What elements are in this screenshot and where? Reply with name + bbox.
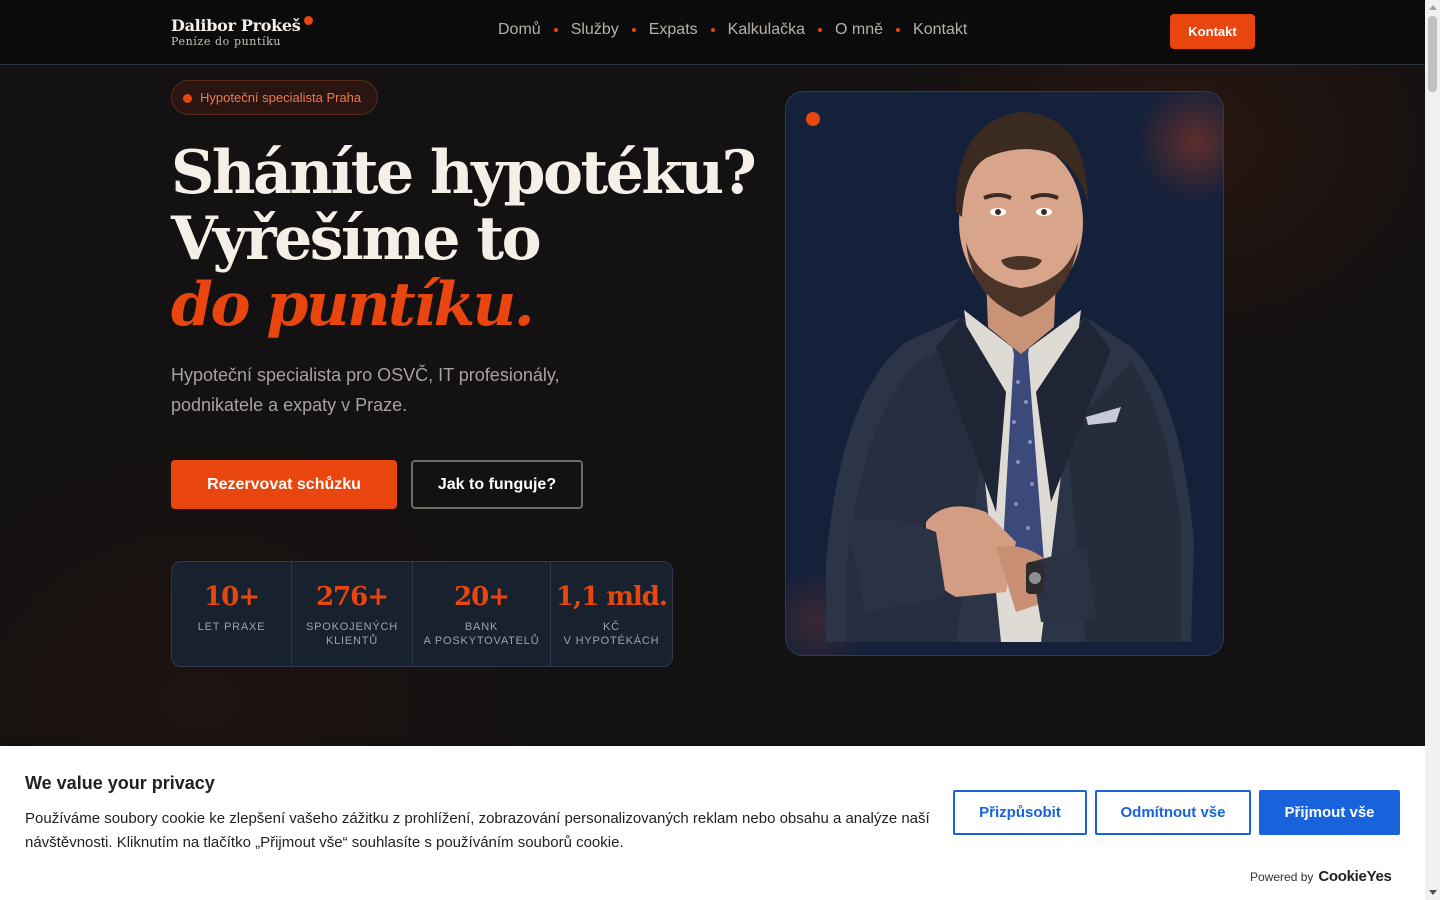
header-contact-button[interactable]: Kontakt	[1170, 14, 1255, 49]
stat-label: SPOKOJENÝCH KLIENTŮ	[306, 621, 398, 647]
brand-logo[interactable]: Dalibor Prokeš Peníze do puntíku	[171, 16, 314, 48]
nav-item-expats[interactable]: Expats	[649, 21, 698, 39]
page: Dalibor Prokeš Peníze do puntíku Domů Sl…	[0, 0, 1425, 900]
cookie-reject-button[interactable]: Odmítnout vše	[1095, 790, 1251, 835]
stats-panel: 10+ LET PRAXE 276+ SPOKOJENÝCH KLIENTŮ 2…	[171, 561, 673, 667]
nav-separator-dot-icon	[631, 28, 636, 32]
stat-value: 276+	[315, 582, 389, 612]
hero-badge: Hypoteční specialista Praha	[171, 80, 379, 115]
nav-item-domu[interactable]: Domů	[498, 21, 541, 39]
brand-dot-icon	[304, 16, 314, 25]
how-it-works-button[interactable]: Jak to funguje?	[411, 460, 583, 509]
badge-label: Hypoteční specialista Praha	[200, 90, 362, 105]
cookie-accept-button[interactable]: Přijmout vše	[1259, 790, 1400, 835]
powered-by-label: Powered by	[1250, 870, 1314, 884]
stat-label: KČ V HYPOTÉKÁCH	[563, 621, 660, 647]
stat-label: BANK A POSKYTOVATELŮ	[423, 621, 540, 647]
stat-label: LET PRAXE	[197, 621, 266, 633]
stat-clients: 276+ SPOKOJENÝCH KLIENTŮ	[292, 562, 413, 666]
cookie-consent-banner: We value your privacy Používáme soubory …	[0, 746, 1425, 900]
nav-item-kalkulacka[interactable]: Kalkulačka	[728, 21, 805, 39]
stat-value: 20+	[454, 582, 510, 612]
nav-item-o-mne[interactable]: O mně	[835, 21, 883, 39]
nav-separator-dot-icon	[553, 28, 558, 32]
book-meeting-button[interactable]: Rezervovat schůzku	[171, 460, 397, 509]
site-header: Dalibor Prokeš Peníze do puntíku Domů Sl…	[0, 0, 1425, 65]
brand-name: Dalibor Prokeš	[171, 16, 301, 35]
hero-headline: Sháníte hypotéku? Vyřešíme to do puntíku…	[171, 138, 757, 340]
cookie-title: We value your privacy	[25, 773, 215, 793]
hero-subtitle: Hypoteční specialista pro OSVČ, IT profe…	[171, 365, 560, 415]
powered-by: Powered by CookieYes	[1250, 868, 1392, 885]
cookie-text: Používáme soubory cookie ke zlepšení vaš…	[25, 810, 930, 851]
portrait-image	[826, 112, 1194, 642]
cookieyes-logo[interactable]: CookieYes	[1318, 868, 1391, 885]
cookie-customize-button[interactable]: Přizpůsobit	[953, 790, 1087, 835]
brand-tagline: Peníze do puntíku	[171, 35, 282, 48]
nav-item-kontakt[interactable]: Kontakt	[913, 21, 967, 39]
nav-item-sluzby[interactable]: Služby	[571, 21, 619, 39]
scroll-down-arrow-icon[interactable]	[1429, 890, 1437, 895]
page-scrollbar[interactable]	[1425, 0, 1440, 900]
nav-separator-dot-icon	[710, 28, 715, 32]
main-nav: Domů Služby Expats Kalkulačka O mně Kont…	[498, 21, 967, 39]
scroll-up-arrow-icon[interactable]	[1429, 5, 1437, 10]
stat-experience: 10+ LET PRAXE	[172, 562, 292, 666]
stat-banks: 20+ BANK A POSKYTOVATELŮ	[413, 562, 551, 666]
headline-line-2: Vyřešíme to	[171, 204, 542, 274]
headline-accent: do puntíku.	[171, 270, 535, 340]
badge-dot-icon	[183, 94, 192, 103]
nav-separator-dot-icon	[818, 28, 823, 32]
stat-volume: 1,1 mld. KČ V HYPOTÉKÁCH	[551, 562, 672, 666]
stat-value: 1,1 mld.	[556, 582, 668, 612]
photo-status-dot-icon	[806, 112, 820, 126]
headline-line-1: Sháníte hypotéku?	[171, 138, 757, 208]
stat-value: 10+	[204, 582, 260, 612]
portrait-card	[785, 91, 1224, 656]
scroll-thumb[interactable]	[1428, 16, 1437, 92]
nav-separator-dot-icon	[896, 28, 901, 32]
